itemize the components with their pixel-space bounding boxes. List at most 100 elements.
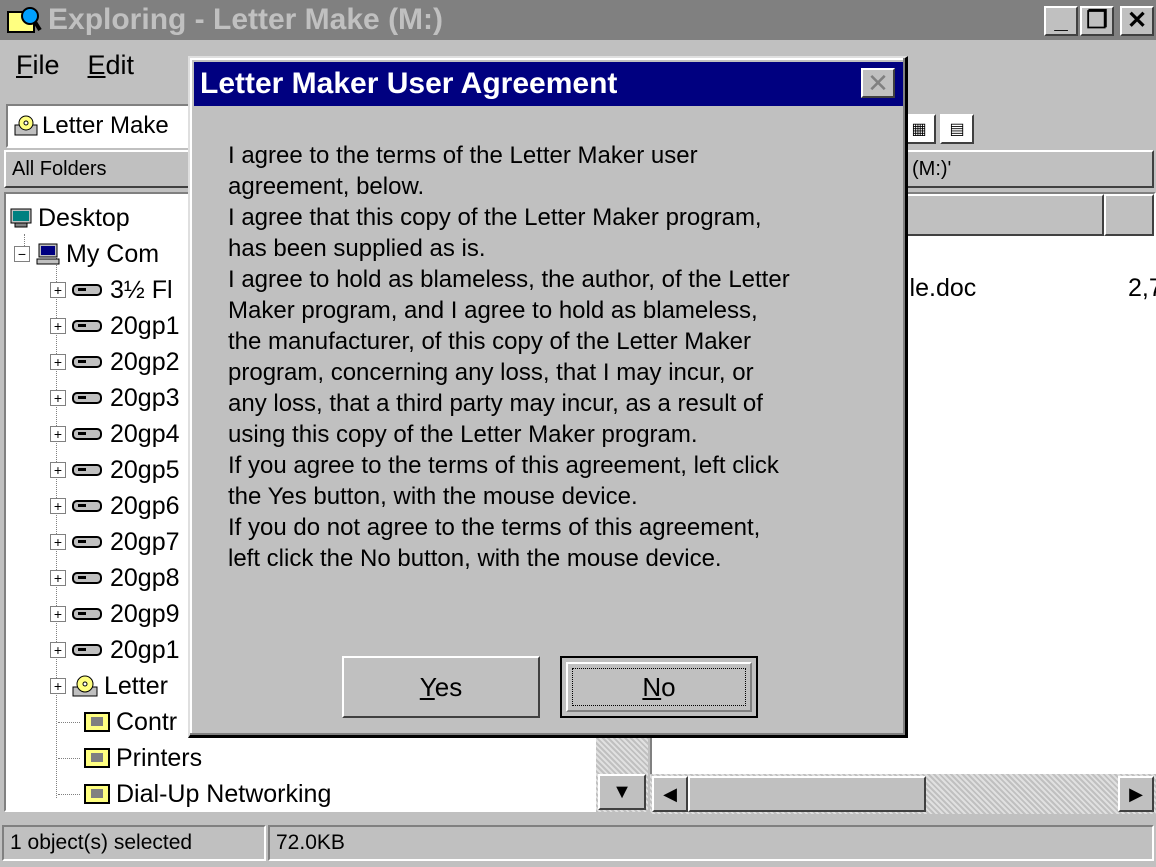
agreement-text: I agree to the terms of the Letter Maker… <box>228 140 888 574</box>
column-header-size[interactable] <box>1104 194 1154 236</box>
address-combo[interactable]: Letter Make <box>6 104 206 148</box>
no-label: o <box>661 671 676 702</box>
status-selection: 1 object(s) selected <box>2 824 266 861</box>
agreement-line: If you do not agree to the terms of this… <box>228 514 761 541</box>
printers-icon <box>84 748 110 768</box>
window-title-bar[interactable]: Exploring - Letter Make (M:) _ ❐ ✕ <box>0 0 1156 40</box>
tree-item-drive[interactable]: + 20gp2 <box>50 344 180 380</box>
tree-item-my-computer[interactable]: − My Com <box>14 236 159 272</box>
close-icon: ✕ <box>867 68 889 98</box>
yes-button[interactable]: Yes <box>342 656 540 718</box>
tree-item-label: 20gp1 <box>110 311 180 340</box>
tree-item-label: Contr <box>116 707 178 736</box>
drive-icon <box>72 644 102 656</box>
tree-item-label: 20gp5 <box>110 455 180 484</box>
dialog-close-button[interactable]: ✕ <box>861 68 895 98</box>
dialog-title-bar[interactable]: Letter Maker User Agreement ✕ <box>194 62 903 106</box>
drive-icon <box>72 392 102 404</box>
tree-item-letter-maker-drive[interactable]: + Letter <box>50 668 168 704</box>
tree-item-desktop[interactable]: Desktop <box>10 200 130 236</box>
no-accel: N <box>642 671 662 702</box>
tree-item-drive[interactable]: + 20gp7 <box>50 524 180 560</box>
expand-icon[interactable]: + <box>50 354 66 370</box>
no-button[interactable]: No <box>560 656 758 718</box>
hscroll-thumb[interactable] <box>688 776 926 812</box>
restore-button[interactable]: ❐ <box>1080 6 1114 36</box>
tree-scroll-down-button[interactable]: ▼ <box>598 774 646 810</box>
tree-item-label: Printers <box>116 743 203 772</box>
tree-connector <box>58 758 80 759</box>
scroll-left-button[interactable]: ◀ <box>652 776 688 812</box>
drive-icon <box>72 608 102 620</box>
view-buttons: ▦ ▤ <box>902 114 978 144</box>
drive-icon <box>72 500 102 512</box>
restore-icon: ❐ <box>1086 7 1108 34</box>
contents-header-label: (M:)' <box>912 157 952 180</box>
agreement-line: If you agree to the terms of this agreem… <box>228 452 779 479</box>
expand-icon[interactable]: + <box>50 570 66 586</box>
tree-item-drive[interactable]: + 20gp4 <box>50 416 180 452</box>
tree-item-label: 20gp3 <box>110 383 180 412</box>
folders-header-label: All Folders <box>12 157 107 180</box>
tree-item-floppy[interactable]: + 3½ Fl <box>50 272 173 308</box>
status-size: 72.0KB <box>268 824 1154 861</box>
tree-item-printers[interactable]: Printers <box>84 740 202 776</box>
close-button[interactable]: ✕ <box>1120 6 1154 36</box>
menu-edit-label: dit <box>105 49 135 80</box>
tree-item-label: 20gp2 <box>110 347 180 376</box>
tree-item-label: 3½ Fl <box>110 275 173 304</box>
tree-item-label: Desktop <box>38 203 130 232</box>
agreement-line: the manufacturer, of this copy of the Le… <box>228 328 751 355</box>
minimize-button[interactable]: _ <box>1044 6 1078 36</box>
tree-item-label: 20gp6 <box>110 491 180 520</box>
dialup-icon <box>84 784 110 804</box>
expand-icon[interactable]: + <box>50 606 66 622</box>
menu-file[interactable]: File <box>4 50 72 81</box>
expand-icon[interactable]: + <box>50 534 66 550</box>
expand-icon[interactable]: + <box>50 318 66 334</box>
control-panel-icon <box>84 712 110 732</box>
details-view-button[interactable]: ▤ <box>940 114 974 144</box>
expand-icon[interactable]: + <box>50 642 66 658</box>
agreement-line: I agree that this copy of the Letter Mak… <box>228 204 762 231</box>
tree-item-control-panel[interactable]: Contr <box>84 704 177 740</box>
tree-item-label: Letter <box>104 671 168 700</box>
file-name: ile.doc <box>904 274 977 302</box>
menu-edit[interactable]: Edit <box>76 50 147 81</box>
menu-edit-accel: E <box>87 49 106 80</box>
drive-icon <box>72 428 102 440</box>
tree-item-label: 20gp1 <box>110 635 180 664</box>
tree-connector <box>58 794 80 795</box>
agreement-line: I agree to hold as blameless, the author… <box>228 266 790 293</box>
tree-item-dialup[interactable]: Dial-Up Networking <box>84 776 331 810</box>
expand-icon[interactable]: + <box>50 390 66 406</box>
tree-item-label: 20gp8 <box>110 563 180 592</box>
agreement-line: agreement, below. <box>228 173 425 200</box>
tree-item-drive[interactable]: + 20gp6 <box>50 488 180 524</box>
scroll-right-button[interactable]: ▶ <box>1118 776 1154 812</box>
expand-icon[interactable]: + <box>50 678 66 694</box>
expand-icon[interactable]: + <box>50 426 66 442</box>
expand-icon[interactable]: + <box>50 462 66 478</box>
tree-item-drive[interactable]: + 20gp8 <box>50 560 180 596</box>
tree-item-drive[interactable]: + 20gp5 <box>50 452 180 488</box>
explorer-icon <box>6 4 42 36</box>
collapse-icon[interactable]: − <box>14 246 30 262</box>
tree-item-drive[interactable]: + 20gp9 <box>50 596 180 632</box>
tree-item-label: 20gp9 <box>110 599 180 628</box>
computer-icon <box>36 243 60 265</box>
expand-icon[interactable]: + <box>50 282 66 298</box>
list-view-icon: ▦ <box>911 121 927 138</box>
agreement-line: has been supplied as is. <box>228 235 486 262</box>
tree-item-drive[interactable]: + 20gp1 <box>50 632 180 668</box>
file-size: 2,7 <box>1128 274 1156 302</box>
menu-file-label: ile <box>32 49 60 80</box>
menu-file-accel: F <box>16 49 33 80</box>
drive-icon <box>72 464 102 476</box>
expand-icon[interactable]: + <box>50 498 66 514</box>
window-title: Exploring - Letter Make (M:) <box>48 3 444 36</box>
floppy-drive-icon <box>72 284 102 296</box>
tree-item-drive[interactable]: + 20gp1 <box>50 308 180 344</box>
yes-accel: Y <box>419 671 435 702</box>
tree-item-drive[interactable]: + 20gp3 <box>50 380 180 416</box>
